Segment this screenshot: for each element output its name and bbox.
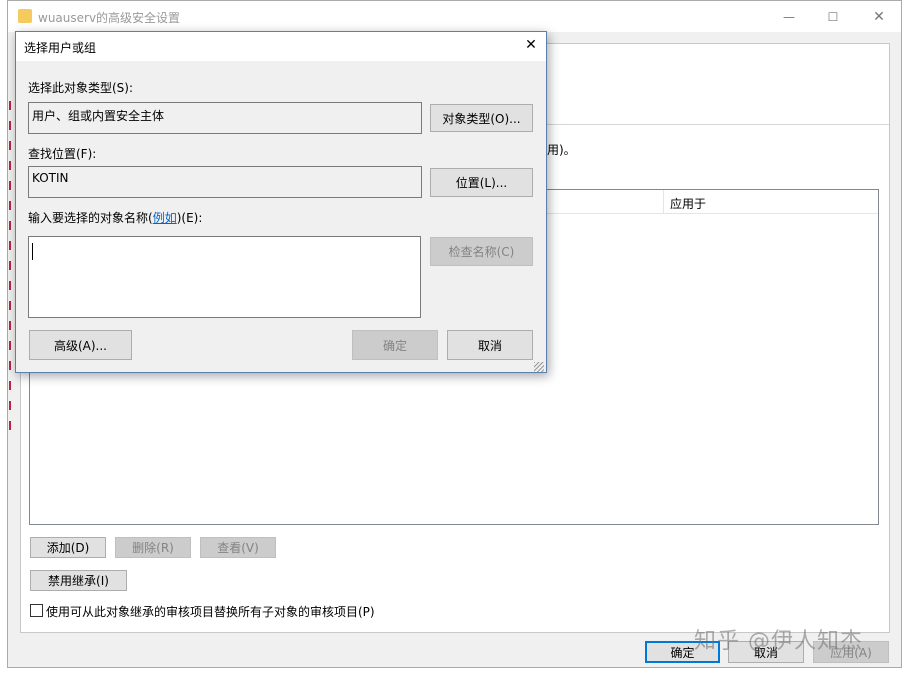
- folder-icon: [18, 9, 32, 23]
- object-names-label-suffix: )(E):: [176, 211, 203, 225]
- replace-child-audit-label: 使用可从此对象继承的审核项目替换所有子对象的审核项目(P): [46, 605, 375, 619]
- location-field: KOTIN: [28, 166, 422, 198]
- dialog-cancel-button[interactable]: 取消: [447, 330, 533, 360]
- dialog-titlebar: 选择用户或组 ✕: [16, 32, 546, 61]
- dialog-ok-button[interactable]: 确定: [352, 330, 438, 360]
- remove-button[interactable]: 删除(R): [115, 537, 191, 558]
- locations-button[interactable]: 位置(L)...: [430, 168, 533, 197]
- check-names-button[interactable]: 检查名称(C): [430, 237, 533, 266]
- disable-inheritance-button[interactable]: 禁用继承(I): [30, 570, 127, 591]
- close-icon[interactable]: ✕: [522, 37, 540, 55]
- view-button[interactable]: 查看(V): [200, 537, 276, 558]
- resize-grip-icon[interactable]: [534, 362, 544, 372]
- object-names-input[interactable]: [28, 236, 421, 318]
- shield-icon: [9, 381, 15, 390]
- shield-icon: [9, 421, 15, 430]
- shield-icon: [9, 401, 15, 410]
- object-type-field: 用户、组或内置安全主体: [28, 102, 422, 134]
- object-types-button[interactable]: 对象类型(O)...: [430, 104, 533, 132]
- column-divider: [663, 190, 664, 214]
- object-names-label-prefix: 输入要选择的对象名称(: [28, 211, 153, 225]
- partial-description-text: 用)。: [547, 143, 576, 157]
- maximize-button[interactable]: ☐: [810, 1, 856, 32]
- replace-child-audit-checkbox[interactable]: [30, 604, 43, 617]
- dialog-title: 选择用户或组: [24, 41, 97, 55]
- close-window-button[interactable]: ✕: [856, 1, 902, 32]
- advanced-button[interactable]: 高级(A)...: [29, 330, 132, 360]
- minimize-button[interactable]: —: [766, 1, 812, 32]
- text-cursor: [32, 243, 33, 260]
- column-applies-to[interactable]: 应用于: [670, 195, 706, 212]
- select-users-dialog: 选择用户或组 ✕ 选择此对象类型(S): 用户、组或内置安全主体 对象类型(O)…: [15, 31, 547, 373]
- add-button[interactable]: 添加(D): [30, 537, 106, 558]
- examples-link[interactable]: 例如: [153, 211, 177, 225]
- main-titlebar: wuauserv的高级安全设置 — ☐ ✕: [8, 1, 901, 32]
- object-type-label: 选择此对象类型(S):: [28, 81, 134, 95]
- object-names-label: 输入要选择的对象名称(例如)(E):: [28, 209, 202, 226]
- main-window-title: wuauserv的高级安全设置: [38, 11, 181, 25]
- watermark-text: 知乎 @伊人知杰: [694, 629, 863, 654]
- location-label: 查找位置(F):: [28, 147, 97, 161]
